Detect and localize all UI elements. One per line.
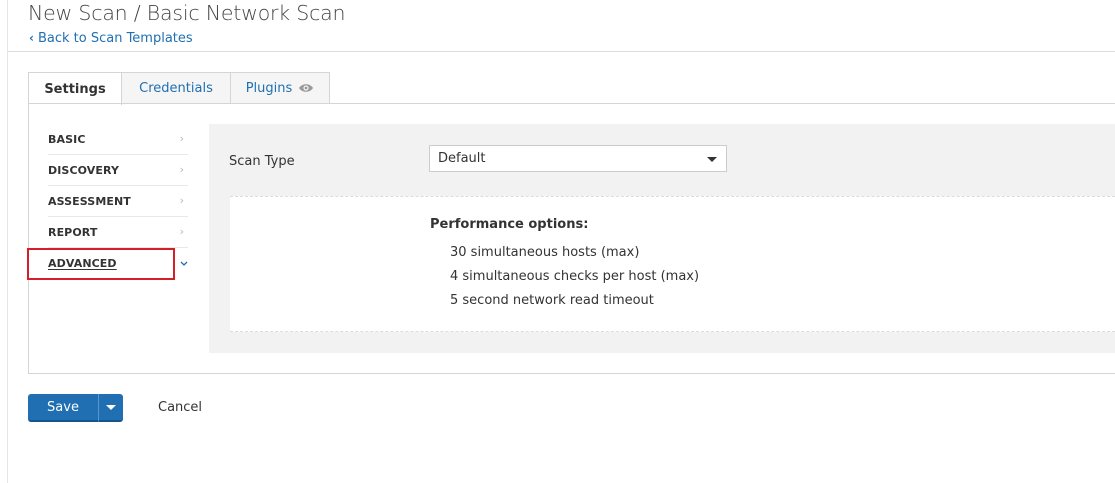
save-button[interactable]: Save [28,394,98,422]
list-item: 5 second network read timeout [450,293,654,308]
scan-type-label: Scan Type [229,154,295,169]
sidenav-item-label: REPORT [48,225,98,239]
tab-label: Settings [44,81,106,97]
back-to-templates-link[interactable]: ‹ Back to Scan Templates [29,30,193,47]
chevron-right-icon: › [179,225,184,238]
chevron-right-icon: › [179,194,184,207]
tab-plugins[interactable]: Plugins [231,72,330,103]
sidenav-item-report[interactable]: REPORT › [48,217,188,248]
left-border [7,0,8,483]
save-button-group: Save [28,394,123,422]
tab-credentials[interactable]: Credentials [122,72,231,103]
header-divider [8,51,1115,52]
eye-icon[interactable] [298,82,314,94]
scan-type-value: Default [438,151,486,166]
chevron-down-icon [180,257,188,270]
chevron-right-icon: › [179,163,184,176]
page-title: New Scan / Basic Network Scan [28,1,346,25]
tab-label: Credentials [139,80,213,96]
list-item: 30 simultaneous hosts (max) [450,245,640,260]
sidenav-item-basic[interactable]: BASIC › [48,124,188,155]
cancel-button[interactable]: Cancel [158,400,202,415]
back-link-label: Back to Scan Templates [37,31,193,46]
sidenav-item-advanced[interactable]: ADVANCED [48,248,188,278]
chevron-right-icon: › [179,132,184,145]
tab-settings[interactable]: Settings [28,72,122,105]
settings-sidenav: BASIC › DISCOVERY › ASSESSMENT › REPORT … [48,124,188,278]
save-options-dropdown[interactable] [98,394,123,422]
chevron-left-icon: ‹ [29,30,34,45]
caret-down-icon [707,157,717,162]
list-item: 4 simultaneous checks per host (max) [450,269,700,284]
performance-title: Performance options: [430,217,589,232]
sidenav-item-label: DISCOVERY [48,163,120,177]
performance-options-list: 30 simultaneous hosts (max) 4 simultaneo… [450,244,699,316]
tab-bar: Settings Credentials Plugins [28,72,330,105]
caret-down-icon [106,404,116,410]
sidenav-item-label: BASIC [48,132,86,146]
sidenav-item-label: ADVANCED [48,256,117,270]
scan-type-select[interactable]: Default [429,145,727,172]
sidenav-item-assessment[interactable]: ASSESSMENT › [48,186,188,217]
tab-label: Plugins [245,80,293,96]
sidenav-item-label: ASSESSMENT [48,194,131,208]
sidenav-item-discovery[interactable]: DISCOVERY › [48,155,188,186]
